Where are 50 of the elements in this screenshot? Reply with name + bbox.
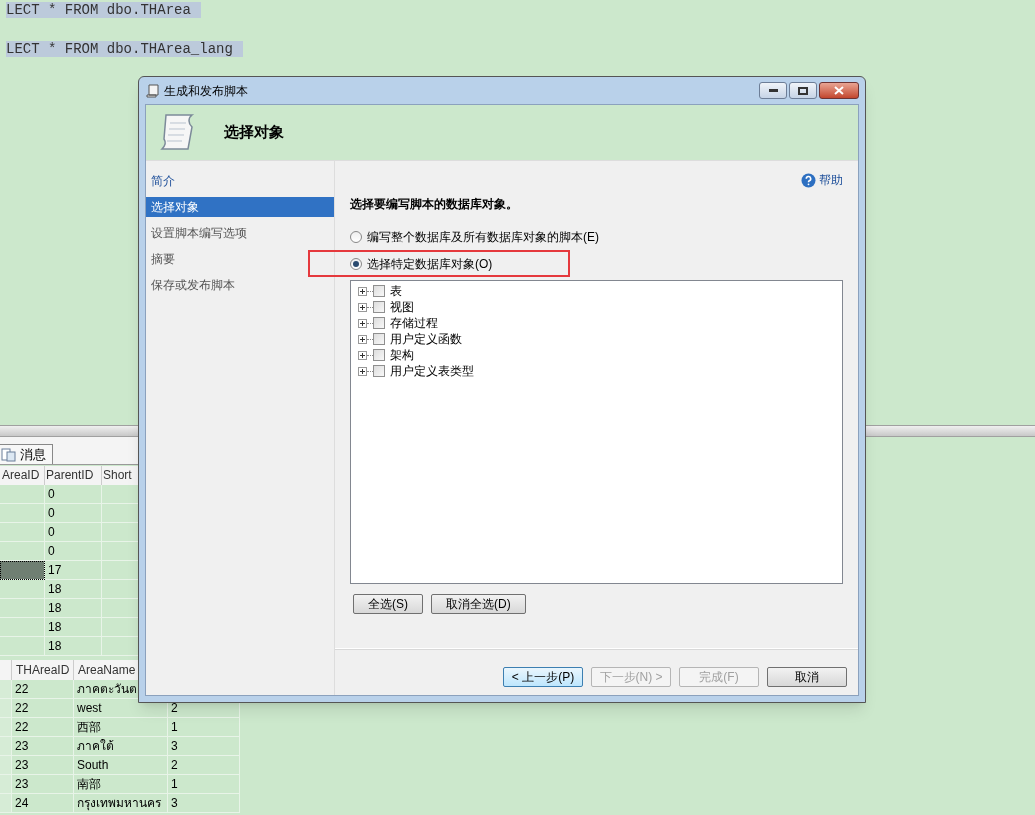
- close-button[interactable]: [819, 82, 859, 99]
- maximize-button[interactable]: [789, 82, 817, 99]
- scroll-icon: [145, 82, 161, 99]
- minimize-button[interactable]: [759, 82, 787, 99]
- expand-icon[interactable]: [358, 334, 367, 344]
- radio-option[interactable]: 编写整个数据库及所有数据库对象的脚本(E): [350, 228, 843, 246]
- help-link[interactable]: 帮助: [801, 171, 843, 189]
- grid-cell[interactable]: [0, 561, 45, 580]
- checkbox[interactable]: [373, 333, 385, 345]
- grid-cell: 18: [45, 637, 102, 656]
- tree-item[interactable]: 视图: [390, 300, 414, 314]
- grid-cell: กรุงเทพมหานคร: [74, 794, 168, 813]
- nav-item[interactable]: 选择对象: [146, 197, 334, 217]
- grid-cell: 3: [168, 794, 240, 813]
- tree-item[interactable]: 存储过程: [390, 316, 438, 330]
- tree-item[interactable]: 用户定义函数: [390, 332, 462, 346]
- radio-option[interactable]: 选择特定数据库对象(O): [350, 255, 843, 273]
- tree-item[interactable]: 用户定义表类型: [390, 364, 474, 378]
- document-icon: [1, 447, 17, 462]
- expand-icon[interactable]: [358, 302, 367, 312]
- footer-button[interactable]: 取消: [767, 666, 847, 687]
- list-button[interactable]: 取消全选(D): [431, 594, 526, 614]
- nav-item[interactable]: 设置脚本编写选项: [146, 223, 334, 243]
- window-title: 生成和发布脚本: [164, 82, 248, 100]
- instruction-text: 选择要编写脚本的数据库对象。: [350, 196, 519, 213]
- radio-button[interactable]: [350, 231, 362, 243]
- expand-icon[interactable]: [358, 286, 367, 296]
- tree-item[interactable]: 架构: [390, 348, 414, 362]
- checkbox[interactable]: [373, 365, 385, 377]
- checkbox[interactable]: [373, 285, 385, 297]
- footer-button[interactable]: < 上一步(P): [503, 666, 583, 687]
- page-title: 选择对象: [224, 122, 284, 143]
- nav-item[interactable]: 摘要: [146, 249, 334, 269]
- expand-icon[interactable]: [358, 350, 367, 360]
- checkbox[interactable]: [373, 349, 385, 361]
- result-tab[interactable]: 消息: [0, 444, 53, 464]
- object-tree[interactable]: 表 视图 存储过程 用户定义函数 架构 用户定义表类型: [350, 280, 843, 584]
- expand-icon[interactable]: [358, 318, 367, 328]
- help-icon: [801, 172, 816, 188]
- radio-button[interactable]: [350, 258, 362, 270]
- list-button[interactable]: 全选(S): [353, 594, 423, 614]
- checkbox[interactable]: [373, 317, 385, 329]
- nav-item[interactable]: 简介: [146, 171, 334, 191]
- checkbox[interactable]: [373, 301, 385, 313]
- close-icon: [834, 86, 844, 95]
- grid-cell: 24: [12, 794, 74, 813]
- nav-item[interactable]: 保存或发布脚本: [146, 275, 334, 295]
- grid-cell[interactable]: [0, 637, 45, 656]
- tree-item[interactable]: 表: [390, 284, 402, 298]
- expand-icon[interactable]: [358, 366, 367, 376]
